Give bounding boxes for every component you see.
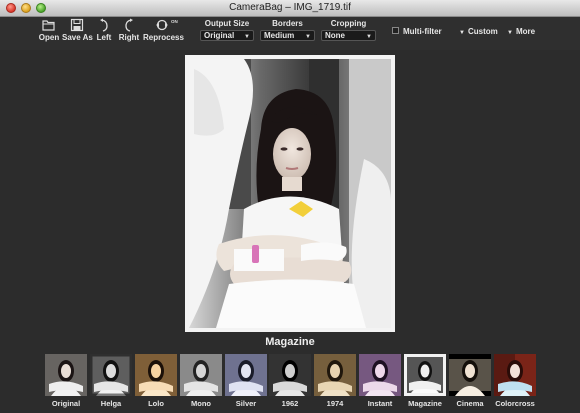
filter-thumb[interactable]: Helga	[90, 354, 132, 408]
save-as-button[interactable]: Save As	[62, 17, 93, 50]
open-button[interactable]: Open	[37, 17, 61, 50]
filter-preview-image	[449, 354, 491, 396]
filter-thumb[interactable]: 1962	[269, 354, 311, 408]
window-title: CameraBag – IMG_1719.tif	[229, 2, 351, 13]
cropping-group: Cropping None ▼	[321, 19, 376, 41]
right-label: Right	[118, 33, 140, 42]
filter-thumb[interactable]: Silver	[225, 354, 267, 408]
filter-thumb[interactable]: Cinema	[449, 354, 491, 408]
borders-dropdown[interactable]: Medium ▼	[260, 30, 315, 41]
filter-label: Silver	[235, 399, 257, 408]
output-size-group: Output Size Original ▼	[200, 19, 254, 41]
filter-preview-image	[45, 354, 87, 396]
filter-preview-image	[404, 354, 446, 396]
title-bar: CameraBag – IMG_1719.tif	[0, 0, 580, 17]
cropping-label: Cropping	[330, 19, 367, 28]
borders-group: Borders Medium ▼	[260, 19, 315, 41]
borders-value: Medium	[264, 31, 295, 40]
disclosure-triangle-icon: ▼	[459, 30, 465, 36]
filter-preview-image	[494, 354, 536, 396]
output-size-label: Output Size	[204, 19, 250, 28]
reprocess-button[interactable]: ON Reprocess	[143, 17, 184, 50]
filter-label: Lolo	[148, 399, 164, 408]
filter-thumb[interactable]: Magazine	[404, 354, 446, 408]
filter-filmstrip: Original Helga Lolo Mono Silver 1962 197…	[0, 354, 580, 413]
filter-preview-image	[225, 354, 267, 396]
chevron-down-icon: ▼	[244, 34, 250, 40]
output-size-value: Original	[204, 31, 235, 40]
filter-thumb[interactable]: 1974	[314, 354, 356, 408]
filter-thumb[interactable]: Mono	[180, 354, 222, 408]
selected-filter-name: Magazine	[265, 336, 315, 348]
photo-preview	[185, 55, 395, 332]
filter-label: Mono	[191, 399, 211, 408]
filter-thumb[interactable]: Instant	[359, 354, 401, 408]
borders-label: Borders	[272, 19, 303, 28]
filter-label: 1962	[281, 399, 299, 408]
filter-thumb[interactable]: Lolo	[135, 354, 177, 408]
rotate-right-icon	[125, 18, 133, 32]
cropping-dropdown[interactable]: None ▼	[321, 30, 376, 41]
custom-label: Custom	[467, 27, 498, 36]
more-menu-button[interactable]: ▼ More	[507, 27, 535, 36]
filter-preview-image	[180, 354, 222, 396]
chevron-down-icon: ▼	[366, 34, 372, 40]
preview-image	[189, 59, 391, 328]
filter-label: Original	[51, 399, 81, 408]
filter-label: Helga	[100, 399, 122, 408]
disclosure-triangle-icon: ▼	[507, 30, 513, 36]
folder-icon	[42, 20, 55, 31]
left-label: Left	[96, 33, 112, 42]
more-label: More	[515, 27, 536, 36]
rotate-left-button[interactable]: Left	[95, 17, 113, 50]
rotate-right-button[interactable]: Right	[118, 17, 140, 50]
save-as-label: Save As	[62, 33, 93, 42]
output-size-dropdown[interactable]: Original ▼	[200, 30, 254, 41]
filter-thumb[interactable]: Colorcross	[494, 354, 536, 408]
filter-label: Colorcross	[495, 399, 535, 408]
filter-label: Instant	[367, 399, 393, 408]
filter-label: 1974	[326, 399, 344, 408]
multi-filter-checkbox[interactable]	[392, 27, 399, 34]
cropping-value: None	[325, 31, 345, 40]
filter-label: Magazine	[408, 399, 442, 408]
chevron-down-icon: ▼	[305, 34, 311, 40]
reprocess-badge: ON	[171, 19, 178, 24]
open-label: Open	[38, 33, 60, 42]
reprocess-icon: ON	[156, 19, 178, 31]
filter-preview-image	[90, 354, 132, 396]
floppy-disk-icon	[70, 18, 84, 32]
filter-preview-image	[359, 354, 401, 396]
filter-label: Cinema	[456, 399, 484, 408]
filter-preview-image	[269, 354, 311, 396]
rotate-left-icon	[100, 18, 108, 32]
custom-menu-button[interactable]: ▼ Custom	[459, 27, 498, 36]
filter-preview-image	[314, 354, 356, 396]
reprocess-label: Reprocess	[143, 33, 184, 42]
filter-preview-image	[135, 354, 177, 396]
multi-filter-label: Multi-filter	[403, 27, 442, 36]
filter-thumb[interactable]: Original	[45, 354, 87, 408]
